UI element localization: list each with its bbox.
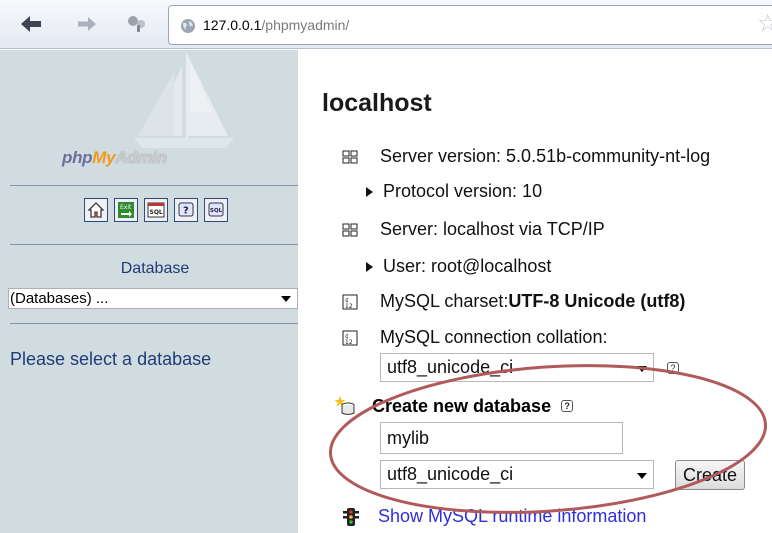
divider [10, 323, 298, 324]
new-database-collation-select[interactable]: utf8_unicode_ci [380, 460, 654, 489]
new-database-icon [334, 396, 355, 415]
charset-icon: ¢12 [342, 294, 358, 310]
user-row: User: root@localhost [366, 256, 551, 277]
database-select[interactable]: (Databases) ... [8, 288, 298, 309]
new-database-collation-value: utf8_unicode_ci [387, 464, 514, 484]
database-select-value: (Databases) ... [10, 290, 109, 307]
server-icon [342, 150, 358, 163]
charset-icon: ¢12 [342, 330, 358, 346]
protocol-version-row: Protocol version: 10 [366, 181, 542, 202]
sailboat-logo-icon [134, 54, 234, 148]
chevron-down-icon [637, 366, 647, 372]
server-host-text: Server: localhost via TCP/IP [380, 219, 605, 239]
bookmark-star-icon[interactable]: ☆ [757, 12, 772, 36]
page-title: localhost [322, 89, 432, 117]
user-text: User: root@localhost [383, 256, 552, 276]
help-icon[interactable]: ? [174, 198, 198, 222]
server-icon [342, 223, 358, 236]
back-arrow-icon [21, 16, 41, 32]
server-version-text: Server version: 5.0.51b-community-nt-log [380, 146, 711, 166]
home-icon[interactable] [84, 198, 108, 222]
collation-label: MySQL connection collation: [380, 327, 608, 347]
browser-toolbar: 127.0.0.1/phpmyadmin/ ☆ [0, 0, 772, 49]
select-database-prompt: Please select a database [10, 349, 212, 369]
server-host-row: Server: localhost via TCP/IP [342, 219, 605, 240]
forward-button[interactable] [74, 12, 100, 36]
sidebar-toolbar: Exit SQL ? SQL [84, 198, 228, 222]
url-path: /phpmyadmin/ [261, 17, 350, 33]
forward-arrow-icon [78, 17, 96, 31]
divider [10, 244, 298, 245]
svg-text:?: ? [183, 206, 189, 217]
help-icon[interactable]: ? [561, 400, 574, 412]
new-database-name-input[interactable] [380, 422, 623, 454]
protocol-version-text: Protocol version: 10 [383, 181, 543, 201]
help-icon[interactable]: ? [667, 362, 679, 374]
sql-query-icon[interactable]: SQL [144, 198, 168, 222]
create-button[interactable]: Create [675, 460, 745, 490]
charset-row: ¢ 12 MySQL charset: UTF-8 Unicode (utf8) [342, 291, 685, 312]
phpmyadmin-logo[interactable]: phpMyAdmin [62, 148, 167, 168]
svg-text:SQL: SQL [210, 208, 223, 214]
extension-button[interactable] [124, 12, 150, 36]
extension-icon [128, 16, 145, 32]
svg-text:SQL: SQL [150, 209, 163, 216]
database-label: Database [120, 260, 190, 277]
url-text[interactable]: 127.0.0.1/phpmyadmin/ [203, 17, 349, 33]
collation-row: ¢ 12 MySQL connection collation: [342, 327, 607, 348]
charset-label: MySQL charset: [380, 291, 509, 311]
bullet-triangle-icon [366, 186, 373, 197]
collation-select-value: utf8_unicode_ci [387, 357, 514, 377]
create-database-heading: Create new database ? [334, 395, 574, 417]
traffic-light-icon [343, 507, 359, 526]
svg-text:12: 12 [345, 303, 353, 310]
navigation-frame: phpMyAdmin Exit SQL ? SQL Database (Data… [0, 50, 298, 533]
exit-icon[interactable]: Exit [114, 198, 138, 222]
runtime-info-link[interactable]: Show MySQL runtime information [378, 506, 646, 527]
divider [10, 185, 298, 186]
server-version-row: Server version: 5.0.51b-community-nt-log [342, 146, 710, 167]
create-database-title: Create new database [372, 395, 552, 416]
collation-select[interactable]: utf8_unicode_ci [380, 353, 654, 382]
url-host: 127.0.0.1 [203, 17, 262, 33]
svg-text:Exit: Exit [120, 204, 132, 211]
bullet-triangle-icon [366, 261, 373, 272]
sql-docs-icon[interactable]: SQL [204, 198, 228, 222]
charset-value: UTF-8 Unicode (utf8) [508, 291, 686, 311]
back-button[interactable] [18, 12, 44, 36]
runtime-info-row[interactable]: Show MySQL runtime information [342, 506, 646, 527]
chevron-down-icon [637, 473, 647, 479]
chevron-down-icon [281, 296, 291, 302]
svg-text:12: 12 [345, 339, 353, 346]
globe-icon [181, 19, 195, 33]
frame-divider[interactable] [298, 50, 310, 533]
address-bar[interactable]: 127.0.0.1/phpmyadmin/ ☆ [168, 5, 772, 45]
